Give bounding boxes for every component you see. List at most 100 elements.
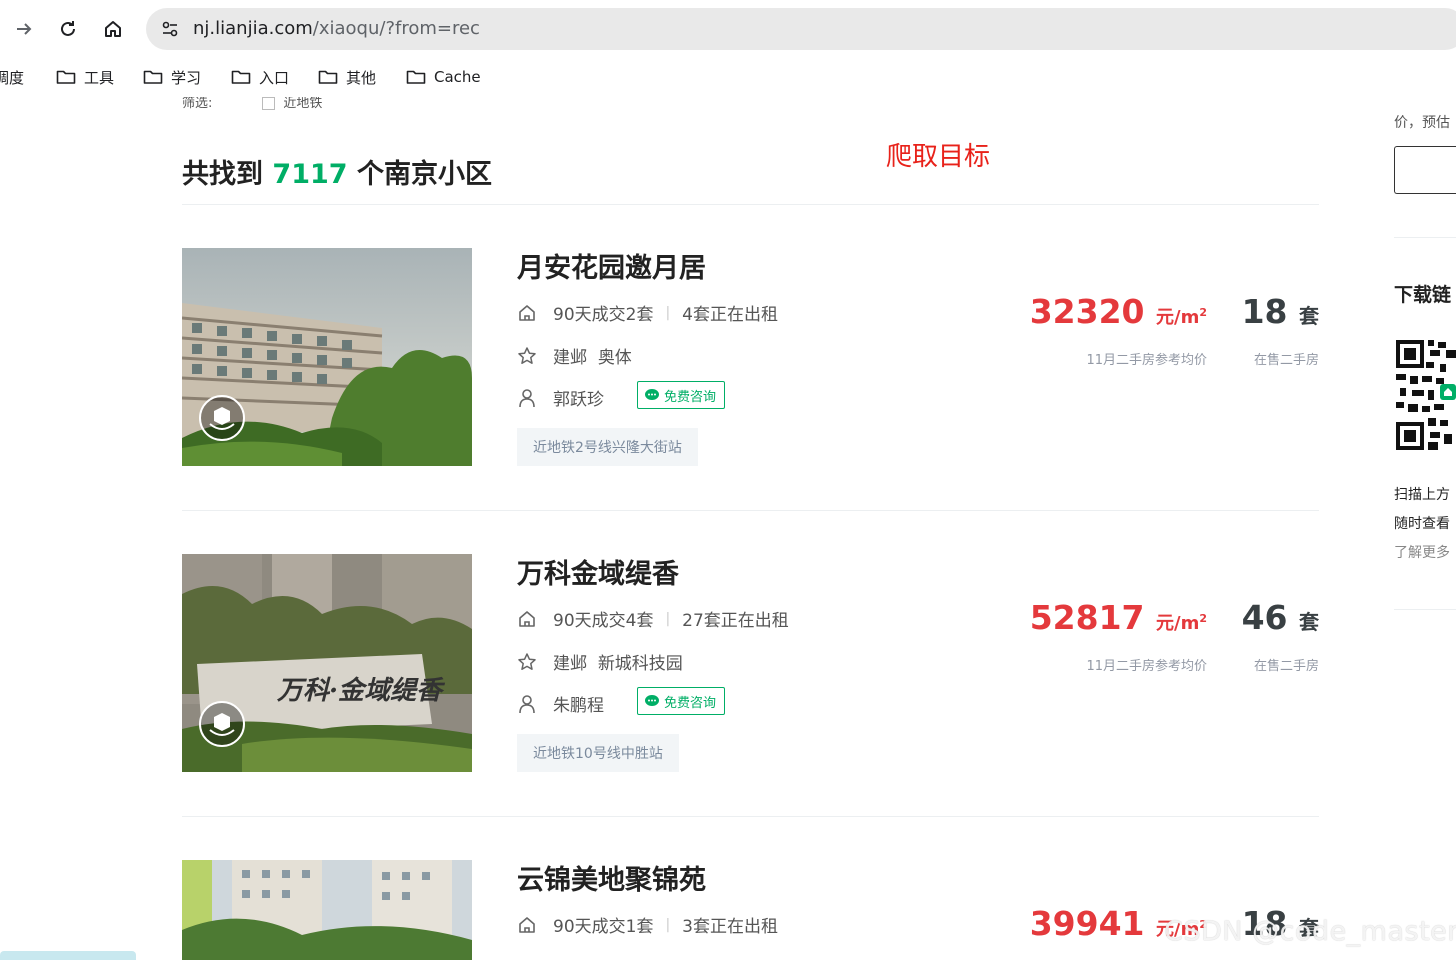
vr-tour-button[interactable] [198,700,246,748]
forward-button[interactable] [9,14,39,44]
divider [182,816,1319,817]
home-icon [105,21,121,37]
bottom-bar [0,951,136,960]
bookmark-2[interactable]: 学习 [143,66,201,88]
house-icon [517,915,537,935]
bookmark-1[interactable]: 工具 [56,66,114,88]
listing-name[interactable]: 万科金域缇香 [517,552,679,591]
district-link[interactable]: 建邺 [553,343,587,368]
reload-button[interactable] [53,14,83,44]
district-link[interactable]: 建邺 [553,649,587,674]
price-unit-sup: 2 [1199,306,1207,319]
price-caption: 11月二手房参考均价 [1086,353,1207,368]
bookmark-label: 学习 [171,68,202,87]
listing-deals-line: 90天成交4套 | 27套正在出租 [517,606,789,631]
avg-price: 32320 元/m2 [1030,292,1207,331]
rent-link[interactable]: 3套正在出租 [682,912,778,937]
bookmark-label: 其他 [346,68,377,87]
annotation-label: 爬取目标 [886,142,991,172]
building-photo [182,860,472,960]
result-suffix: 个南京小区 [356,159,492,190]
download-title: 下载链 [1394,284,1452,306]
tune-icon [162,21,178,37]
on-sale-count[interactable]: 46 套 [1242,598,1319,637]
listing-deals-line: 90天成交2套 | 4套正在出租 [517,300,778,325]
on-sale-unit: 套 [1299,610,1319,634]
agent-name[interactable]: 朱鹏程 [553,691,604,716]
divider [182,510,1319,511]
folder-icon [231,70,251,84]
filter-row: 筛选: 近地铁 [182,97,382,111]
qr-code-image [1396,340,1456,450]
folder-icon [406,70,426,84]
listing-name[interactable]: 月安花园邀月居 [517,246,706,285]
free-consult-button[interactable]: 免费咨询 [637,687,726,715]
on-sale-caption: 在售二手房 [1253,353,1319,368]
deals-link[interactable]: 90天成交2套 [553,300,653,325]
bookmark-5[interactable]: Cache [406,66,481,88]
svg-text:万科·金域缇香: 万科·金域缇香 [276,676,446,706]
vr-icon [199,395,245,441]
sidebar-line-2: 随时查看 [1394,516,1450,532]
on-sale-count[interactable]: 18 套 [1242,292,1319,331]
listing-name[interactable]: 云锦美地聚锦苑 [517,858,706,897]
watermark: CSDN @code_master1 [1164,916,1456,947]
deals-link[interactable]: 90天成交1套 [553,912,653,937]
listing-location-line: 建邺 新城科技园 [517,649,683,674]
on-sale-caption: 在售二手房 [1253,659,1319,674]
listing-location-line: 建邺 奥体 [517,343,632,368]
price-value: 52817 [1029,598,1145,637]
star-icon [517,346,537,366]
url-host: nj.lianjia.com [193,18,313,39]
qr-code [1396,340,1456,450]
on-sale-value: 46 [1241,598,1288,637]
vr-icon [199,701,245,747]
sidebar-text-top: 价，预估 [1394,115,1450,131]
area-link[interactable]: 新城科技园 [598,649,683,674]
listing-photo[interactable] [182,860,472,960]
agent-name[interactable]: 郭跃珍 [553,385,604,410]
bookmark-label: 调度 [0,68,25,87]
home-button[interactable] [98,14,128,44]
sidebar-line-3[interactable]: 了解更多 [1394,542,1450,562]
listing-deals-line: 90天成交1套 | 3套正在出租 [517,912,778,937]
star-icon [517,652,537,672]
filter-option[interactable]: 近地铁 [283,97,322,111]
price-value: 39941 [1029,904,1145,943]
arrow-right-icon [17,23,32,35]
sidebar-divider [1394,237,1456,238]
house-icon [517,303,537,323]
area-link[interactable]: 奥体 [598,343,632,368]
bookmark-3[interactable]: 入口 [231,66,289,88]
bookmark-0[interactable]: 调度 [0,66,24,88]
result-heading: 共找到 7117 个南京小区 [182,152,492,191]
url-text[interactable]: nj.lianjia.com/xiaoqu/?from=rec [193,18,480,39]
sidebar-input[interactable] [1394,146,1456,194]
bookmark-label: 入口 [259,68,290,87]
url-path: /xiaoqu/?from=rec [312,18,480,39]
subway-checkbox[interactable] [262,97,276,110]
deals-link[interactable]: 90天成交4套 [553,606,653,631]
listing-agent-line: 朱鹏程 [517,691,604,716]
consult-label: 免费咨询 [664,389,717,405]
chat-icon [645,695,659,706]
chat-icon [645,389,659,400]
sidebar-divider [1394,609,1456,610]
price-unit: 元/m [1156,613,1200,634]
avg-price: 52817 元/m2 [1030,598,1207,637]
bookmark-4[interactable]: 其他 [318,66,376,88]
sidebar-line-1: 扫描上方 [1394,487,1450,503]
folder-icon [56,70,76,84]
price-unit-sup: 2 [1199,612,1207,625]
rent-link[interactable]: 4套正在出租 [682,300,778,325]
rent-link[interactable]: 27套正在出租 [682,606,789,631]
free-consult-button[interactable]: 免费咨询 [637,381,726,409]
vr-tour-button[interactable] [198,394,246,442]
price-unit: 元/m [1156,307,1200,328]
site-settings-button[interactable] [156,15,184,43]
person-icon [517,694,537,714]
on-sale-value: 18 [1241,292,1288,331]
result-prefix: 共找到 [182,159,263,190]
reload-icon [61,21,75,36]
house-icon [517,609,537,629]
